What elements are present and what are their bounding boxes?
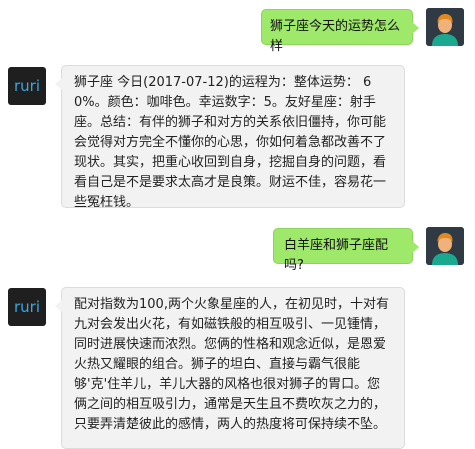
- user-message-bubble: 白羊座和狮子座配吗?: [273, 228, 419, 273]
- ruri-logo: ruri: [13, 298, 40, 316]
- user-message-bubble: 狮子座今天的运势怎么样: [261, 9, 419, 54]
- bot-avatar[interactable]: ruri: [8, 288, 46, 326]
- bot-message-bubble: 配对指数为100,两个火象星座的人，在初见时，十对有九对会发出火花，有如磁铁般的…: [55, 287, 405, 449]
- user-avatar[interactable]: [426, 227, 464, 265]
- user-avatar[interactable]: [426, 8, 464, 46]
- ruri-logo: ruri: [13, 77, 40, 95]
- bot-message-bubble: 狮子座 今日(2017-07-12)的运程为：整体运势： 60%。颜色：咖啡色。…: [55, 65, 405, 210]
- bot-message-text: 配对指数为100,两个火象星座的人，在初见时，十对有九对会发出火花，有如磁铁般的…: [74, 297, 389, 432]
- bot-message-text: 狮子座 今日(2017-07-12)的运程为：整体运势： 60%。颜色：咖啡色。…: [74, 75, 387, 210]
- user-message-text: 狮子座今天的运势怎么样: [270, 19, 401, 54]
- person-icon: [426, 8, 464, 46]
- user-message-text: 白羊座和狮子座配吗?: [284, 238, 389, 273]
- bot-avatar[interactable]: ruri: [8, 67, 46, 105]
- chat-window: 狮子座今天的运势怎么样 ruri 狮子座 今日(2017-07-12)的运程为：…: [0, 0, 475, 449]
- person-icon: [426, 227, 464, 265]
